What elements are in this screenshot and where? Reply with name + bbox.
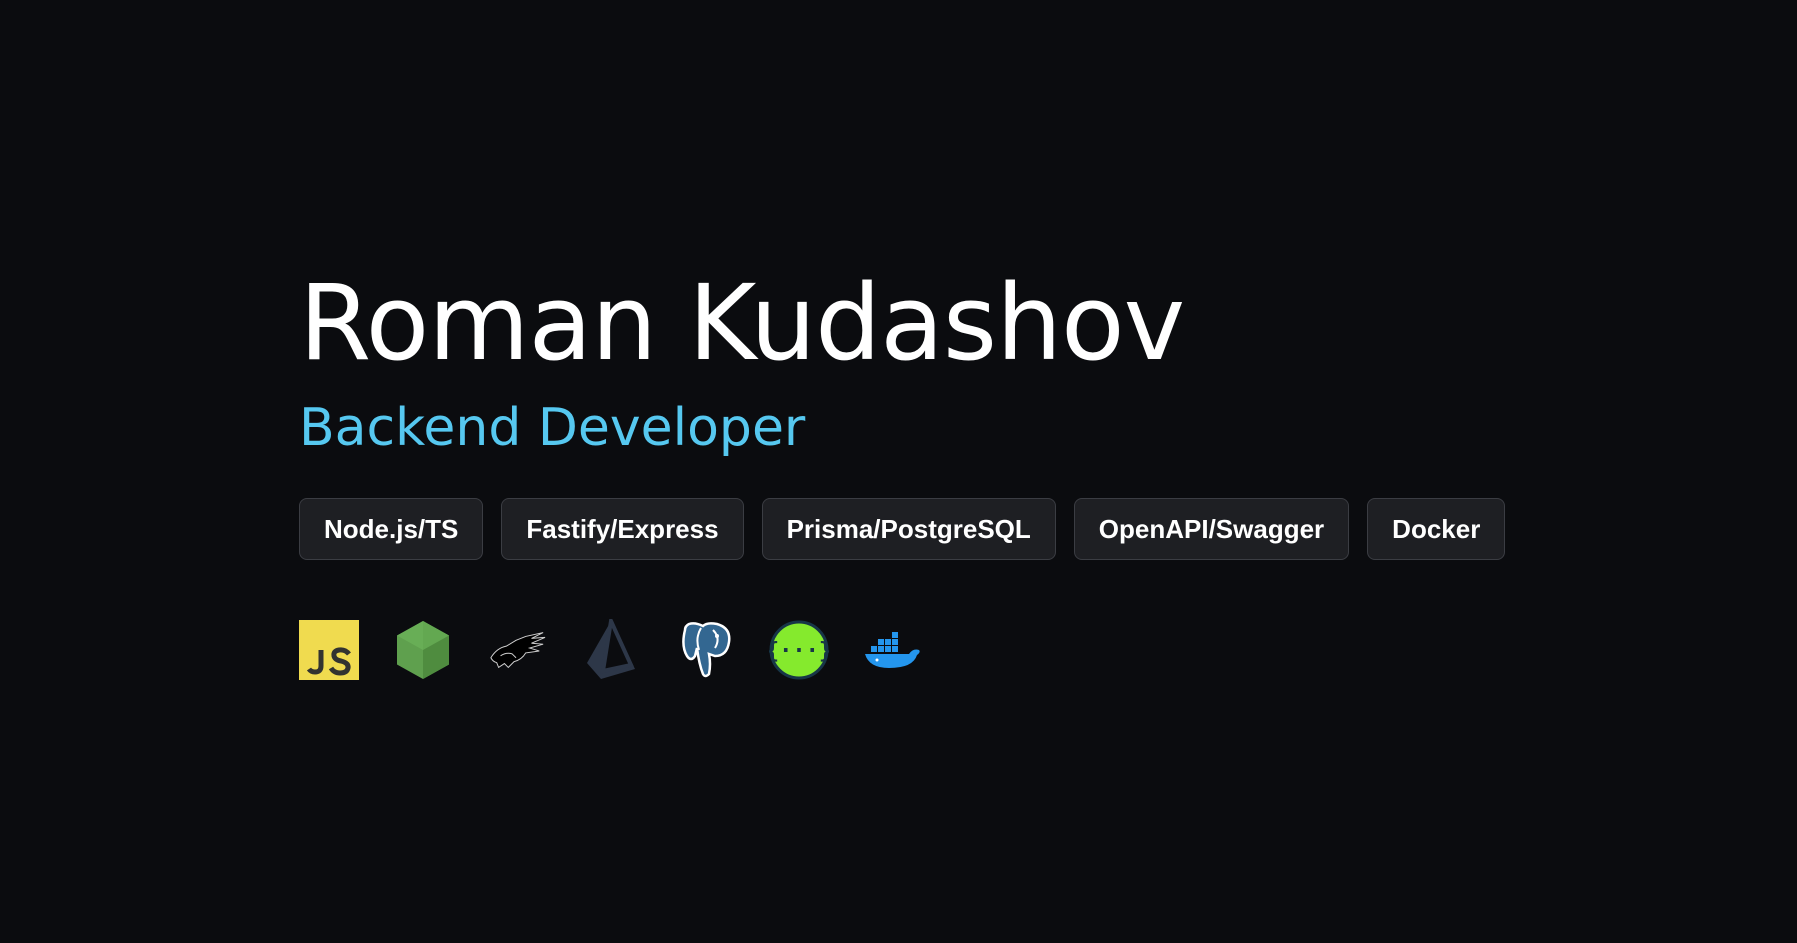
profile-name: Roman Kudashov [299,262,1185,384]
docker-icon [863,620,923,680]
skill-chip-openapi: OpenAPI/Swagger [1073,498,1350,560]
tech-icons-row: {···} [299,619,1505,680]
skill-chip-fastify: Fastify/Express [501,498,744,560]
skill-chip-prisma: Prisma/PostgreSQL [761,498,1056,560]
skill-chip-docker: Docker [1367,498,1506,560]
fastify-icon [487,620,547,680]
prisma-icon [581,619,641,680]
hero-section: Roman Kudashov Backend Developer Node.js… [299,258,1506,680]
skills-list: Node.js/TS Fastify/Express Prisma/Postgr… [299,498,1506,560]
nodejs-icon [393,620,453,680]
javascript-icon [299,620,359,680]
skill-chip-nodejs: Node.js/TS [299,498,484,560]
page: Roman Kudashov Backend Developer Node.js… [0,0,1797,943]
swagger-icon: {···} [769,620,829,680]
profile-role: Backend Developer [299,398,806,458]
postgresql-icon [675,620,735,680]
svg-text:{···}: {···} [769,639,829,664]
